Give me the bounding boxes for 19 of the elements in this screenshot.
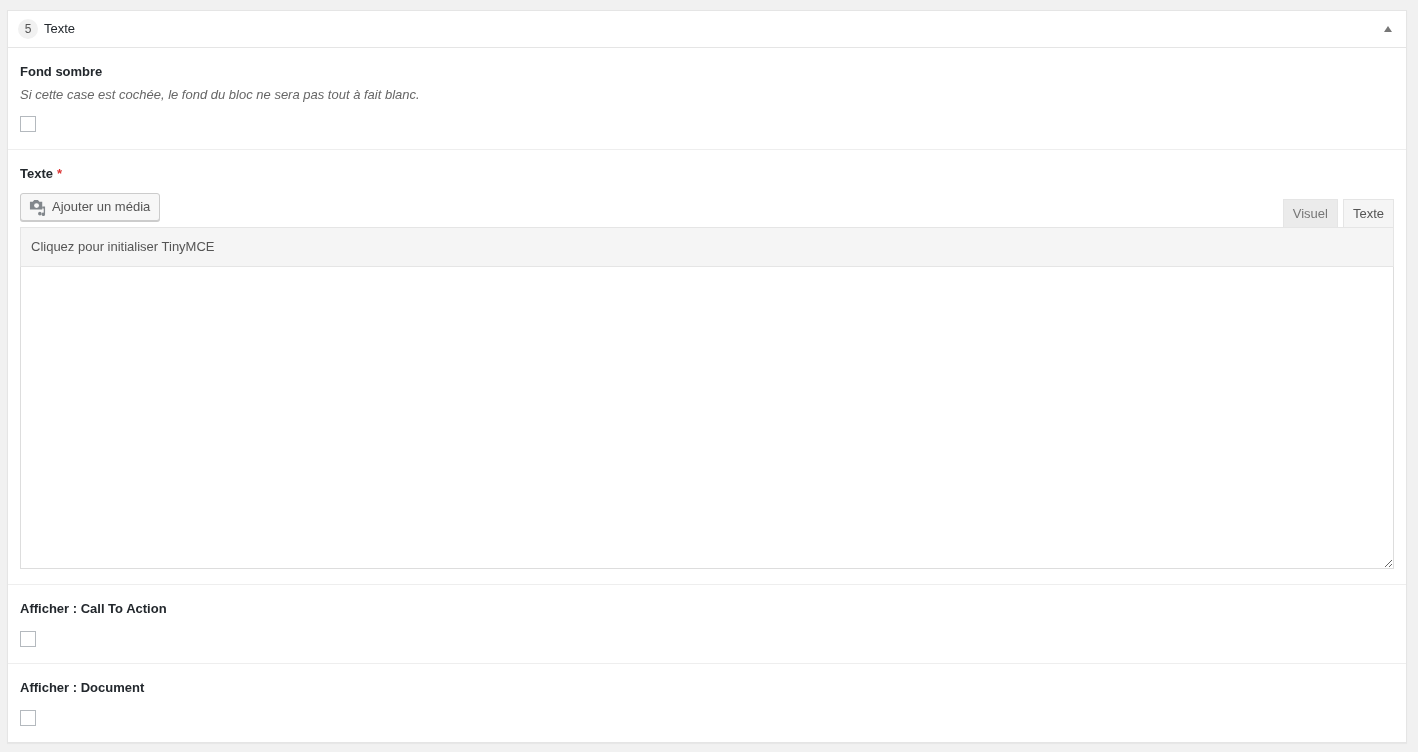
field-label: Afficher : Document bbox=[20, 679, 145, 697]
editor-textarea[interactable] bbox=[20, 267, 1394, 569]
add-media-button[interactable]: Ajouter un média bbox=[20, 193, 161, 221]
toolbar-hint[interactable]: Cliquez pour initialiser TinyMCE bbox=[31, 237, 215, 257]
checkbox[interactable] bbox=[20, 116, 36, 132]
checkbox[interactable] bbox=[20, 710, 36, 726]
required-mark: * bbox=[57, 165, 63, 183]
block-header[interactable]: 5 Texte bbox=[8, 11, 1406, 48]
field-label: Afficher : Call To Action bbox=[20, 600, 167, 618]
camera-note-icon bbox=[29, 198, 46, 216]
caret-up-icon[interactable] bbox=[1384, 26, 1392, 32]
block-title: Texte bbox=[44, 20, 76, 39]
checkbox[interactable] bbox=[20, 631, 36, 647]
field-description: Si cette case est cochée, le fond du bloc ne sera pas tout à fait blanc. bbox=[20, 86, 421, 104]
block-number: 5 bbox=[18, 19, 38, 39]
field-label: Fond sombre bbox=[20, 63, 103, 81]
editor-tab[interactable]: Visuel bbox=[1282, 199, 1338, 227]
field-label: Texte bbox=[20, 165, 53, 183]
editor-tab[interactable]: Texte bbox=[1342, 199, 1394, 227]
